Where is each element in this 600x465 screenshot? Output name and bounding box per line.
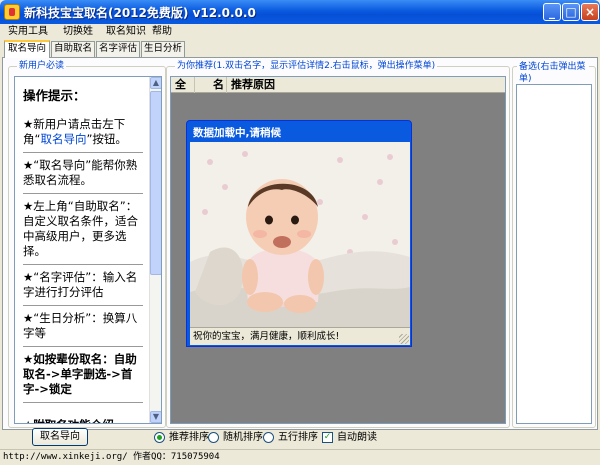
scroll-up-icon[interactable]: ▲ bbox=[150, 77, 161, 89]
close-button[interactable]: × bbox=[581, 3, 599, 21]
close-icon: × bbox=[584, 5, 596, 19]
sort-random-label: 随机排序 bbox=[223, 432, 263, 443]
tips-heading: 操作提示： bbox=[23, 88, 86, 103]
col-all[interactable]: 全 bbox=[171, 77, 195, 93]
tab-birthday-analysis[interactable]: 生日分析 bbox=[141, 41, 185, 57]
tip-feature-intro: ★附取名功能介绍 bbox=[23, 413, 143, 423]
tips-content: 操作提示： ★新用户请点击左下角“取名导向”按钮。 ★“取名导向”能帮你熟悉取名… bbox=[15, 77, 147, 423]
tip-name-evaluation: ★“名字评估”：输入名字进行打分评估 bbox=[23, 265, 143, 306]
auto-read-checkbox[interactable]: ✓ bbox=[322, 432, 333, 443]
sort-five-elements-label: 五行排序 bbox=[278, 432, 318, 443]
tip-generation-naming: ★如按辈份取名：自助取名->单字删选->首字->锁定 bbox=[23, 347, 143, 403]
status-text: http://www.xinkeji.org/ 作者QQ：715075904 bbox=[3, 452, 220, 462]
app-icon bbox=[4, 4, 20, 20]
sort-recommend-label: 推荐排序 bbox=[169, 432, 209, 443]
tip-self-naming: ★左上角“自助取名”：自定义取名条件，适合中高级用户，更多选择。 bbox=[23, 194, 143, 265]
tip-guide-link[interactable]: 取名导向 bbox=[40, 132, 86, 146]
candidate-group-label: 备选(右击弹出菜单) bbox=[517, 61, 589, 85]
tip-birthday-analysis: ★“生日分析”：换算八字等 bbox=[23, 306, 143, 347]
scroll-thumb[interactable] bbox=[150, 91, 161, 275]
minimize-button[interactable]: _ bbox=[543, 3, 561, 21]
new-user-group-label: 新用户必读 bbox=[17, 60, 67, 72]
recommend-group-label: 为你推荐(1.双击名字，显示评估详情2.右击鼠标，弹出操作菜单) bbox=[175, 60, 438, 72]
menu-help[interactable]: 帮助 bbox=[152, 25, 172, 39]
tip-guide: ★新用户请点击左下角“取名导向”按钮。 bbox=[23, 112, 143, 153]
tab-name-evaluation[interactable]: 名字评估 bbox=[96, 41, 140, 57]
menu-naming-knowledge[interactable]: 取名知识 bbox=[106, 25, 146, 39]
popup-title: 数据加载中,请稍候 bbox=[193, 127, 281, 139]
tips-box: 操作提示： ★新用户请点击左下角“取名导向”按钮。 ★“取名导向”能帮你熟悉取名… bbox=[14, 76, 162, 424]
maximize-icon: □ bbox=[565, 5, 577, 19]
auto-read-label: 自动朗读 bbox=[337, 432, 377, 443]
menu-switch-surname[interactable]: 切换姓 bbox=[63, 25, 93, 39]
radio-recommend[interactable] bbox=[154, 432, 165, 443]
naming-guide-button[interactable]: 取名导向 bbox=[32, 428, 88, 446]
popup-status: 祝你的宝宝，满月健康，顺利成长! bbox=[190, 327, 410, 345]
maximize-button[interactable]: □ bbox=[562, 3, 580, 21]
tip-guide-desc: ★“取名导向”能帮你熟悉取名流程。 bbox=[23, 153, 143, 194]
menu-bar: 实用工具 切换姓 取名知识 帮助 bbox=[0, 24, 600, 40]
scroll-down-icon[interactable]: ▼ bbox=[150, 411, 161, 423]
baby-photo bbox=[190, 142, 410, 327]
status-bar: http://www.xinkeji.org/ 作者QQ：715075904 bbox=[0, 449, 600, 465]
tab-naming-guide[interactable]: 取名导向 bbox=[4, 40, 50, 58]
candidate-list[interactable] bbox=[516, 84, 592, 424]
list-header: 全 名 推荐原因 bbox=[171, 77, 505, 93]
radio-five-elements[interactable] bbox=[263, 432, 274, 443]
radio-random[interactable] bbox=[208, 432, 219, 443]
title-bar[interactable]: 新科技宝宝取名(2012免费版) v12.0.0.0 _ □ × bbox=[0, 0, 600, 24]
col-reason[interactable]: 推荐原因 bbox=[227, 77, 505, 93]
tip-guide-post: ”按钮。 bbox=[86, 132, 127, 146]
window-title: 新科技宝宝取名(2012免费版) v12.0.0.0 bbox=[24, 6, 256, 20]
minimize-icon: _ bbox=[549, 5, 555, 19]
resize-grip-icon[interactable] bbox=[399, 334, 409, 344]
col-name[interactable]: 名 bbox=[195, 77, 227, 93]
tips-scrollbar[interactable]: ▲ ▼ bbox=[149, 77, 161, 423]
loading-popup: 数据加载中,请稍候 祝你的宝宝，满月健康，顺利成长! bbox=[186, 120, 412, 347]
menu-tools[interactable]: 实用工具 bbox=[8, 25, 48, 39]
tab-self-naming[interactable]: 自助取名 bbox=[51, 41, 95, 57]
